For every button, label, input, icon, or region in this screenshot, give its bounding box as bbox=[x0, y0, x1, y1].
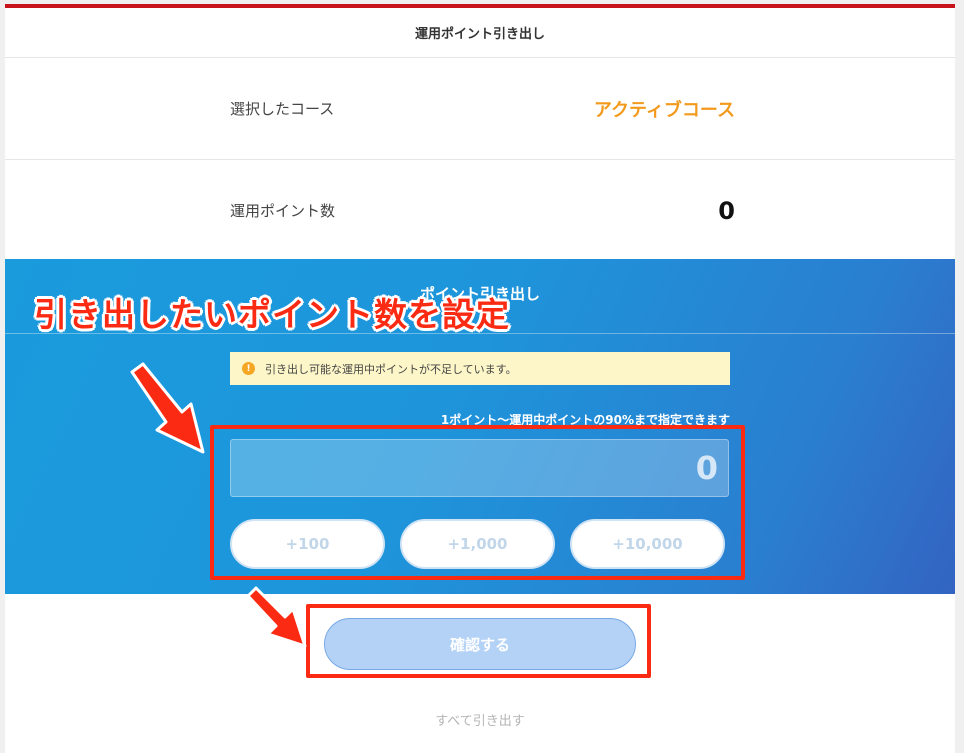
annotation-arrow-input bbox=[130, 362, 205, 454]
annotation-arrow-confirm bbox=[246, 586, 307, 648]
annotation-arrows bbox=[130, 362, 307, 648]
